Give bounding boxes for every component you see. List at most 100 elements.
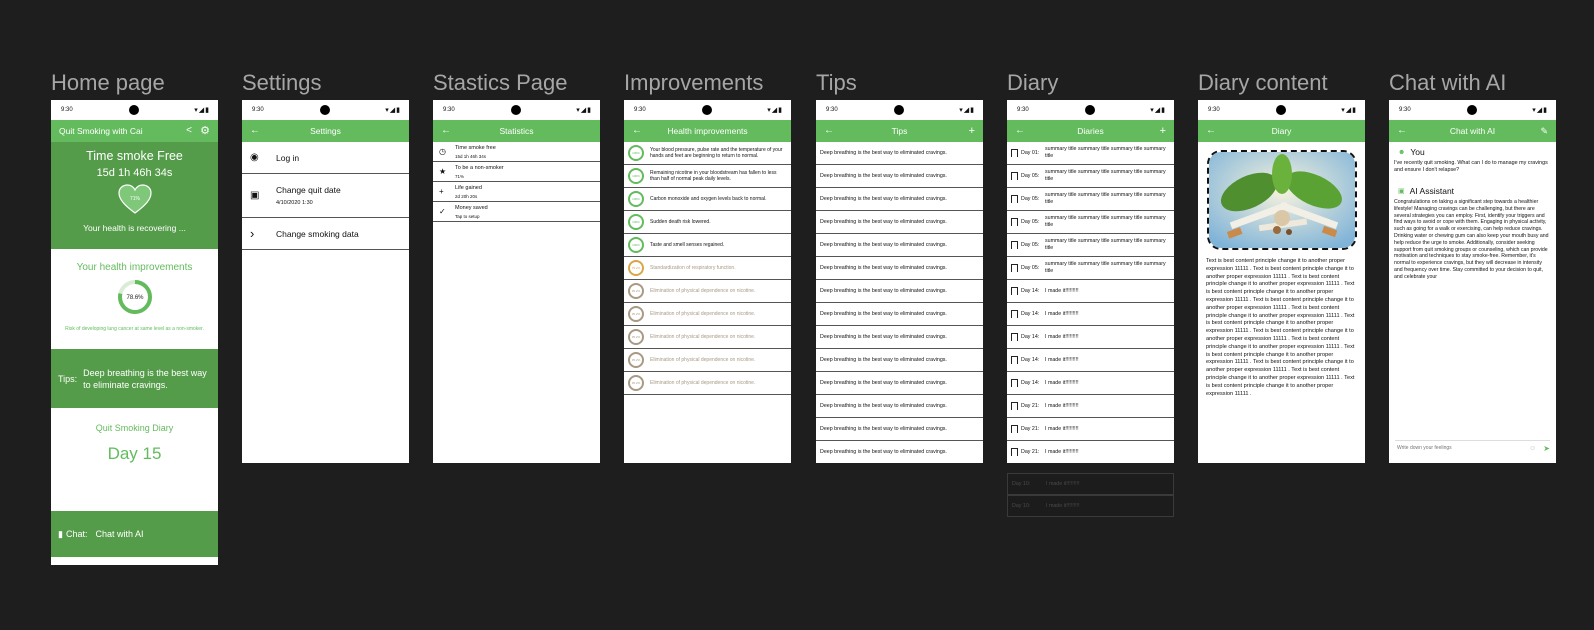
- statistics-item-label: Life gained: [455, 184, 482, 191]
- diary-item-summary: I made it!!!!!!!!!: [1045, 379, 1079, 386]
- gear-icon[interactable]: ⚙: [200, 120, 210, 142]
- share-icon[interactable]: <: [186, 120, 192, 142]
- improvement-item[interactable]: 35.2% Elimination of physical dependence …: [624, 280, 791, 303]
- diary-item[interactable]: Day 01: summary title summary title summa…: [1007, 142, 1174, 165]
- improvement-text: Sudden death risk lowered.: [650, 218, 711, 225]
- tip-item[interactable]: Deep breathing is the best way to elimin…: [816, 142, 983, 165]
- settings-item[interactable]: › Change smoking data: [242, 218, 409, 250]
- improvement-item[interactable]: 100% Your blood pressure, pulse rate and …: [624, 142, 791, 165]
- chat-card[interactable]: ▮ Chat: Chat with AI: [51, 511, 218, 557]
- diary-item[interactable]: Day 14: I made it!!!!!!!!!: [1007, 326, 1174, 349]
- statistics-item[interactable]: ◷ Time smoke free 15d 1h 46h 34s: [433, 142, 600, 162]
- statistics-item[interactable]: ✓ Money saved Tap to setup: [433, 202, 600, 222]
- diary-item[interactable]: Day 05: summary title summary title summa…: [1007, 211, 1174, 234]
- back-arrow-icon[interactable]: ←: [1015, 120, 1025, 142]
- back-arrow-icon[interactable]: ←: [250, 120, 260, 142]
- status-bar: 9:30 ▾◢▮: [816, 100, 983, 120]
- diary-item[interactable]: Day 05: summary title summary title summa…: [1007, 188, 1174, 211]
- tip-item[interactable]: Deep breathing is the best way to elimin…: [816, 280, 983, 303]
- improvement-item[interactable]: 100% Carbon monoxide and oxygen levels ba…: [624, 188, 791, 211]
- bookmark-icon: [1011, 448, 1018, 456]
- settings-item[interactable]: ◉ Log in: [242, 142, 409, 174]
- back-arrow-icon[interactable]: ←: [824, 120, 834, 142]
- diary-item[interactable]: Day 21: I made it!!!!!!!!!: [1007, 441, 1174, 463]
- status-bar: 9:30 ▾◢▮: [1007, 100, 1174, 120]
- diary-item[interactable]: Day 05: summary title summary title summa…: [1007, 165, 1174, 188]
- statistics-item[interactable]: + Life gained 2d 20h 20s: [433, 182, 600, 202]
- camera-cutout: [702, 105, 712, 115]
- health-improvements-card[interactable]: Your health improvements 78.6% Risk of d…: [51, 249, 218, 349]
- diary-item[interactable]: Day 05: summary title summary title summa…: [1007, 234, 1174, 257]
- diary-list: Day 01: summary title summary title summa…: [1007, 142, 1174, 463]
- smoke-free-card[interactable]: Time smoke Free 15d 1h 46h 34s 71% Your …: [51, 142, 218, 249]
- signal-battery-icon: ▾◢▮: [1341, 107, 1357, 114]
- signal-battery-icon: ▾◢▮: [767, 107, 783, 114]
- improvement-item[interactable]: 75.2% Standardization of respiratory func…: [624, 257, 791, 280]
- back-arrow-icon[interactable]: ←: [632, 120, 642, 142]
- ai-message-header: ▣ AI Assistant: [1398, 186, 1551, 196]
- diary-item[interactable]: Day 21: I made it!!!!!!!!!: [1007, 395, 1174, 418]
- progress-ring-icon: 35.2%: [628, 375, 644, 391]
- tip-item[interactable]: Deep breathing is the best way to elimin…: [816, 349, 983, 372]
- add-diary-icon[interactable]: +: [1160, 120, 1166, 142]
- improvement-text: Elimination of physical dependence on ni…: [650, 333, 756, 340]
- tip-text: Deep breathing is the best way to elimin…: [820, 219, 947, 225]
- improvement-item[interactable]: 35.2% Elimination of physical dependence …: [624, 303, 791, 326]
- chat-link[interactable]: Chat with AI: [95, 529, 143, 539]
- diary-item[interactable]: Day 14: I made it!!!!!!!!!: [1007, 303, 1174, 326]
- tip-item[interactable]: Deep breathing is the best way to elimin…: [816, 418, 983, 441]
- diary-day-label: Day 10:: [1012, 503, 1031, 509]
- improvement-percent: 100%: [632, 220, 640, 224]
- diary-item[interactable]: Day 21: I made it!!!!!!!!!: [1007, 418, 1174, 441]
- add-tip-icon[interactable]: +: [969, 120, 975, 142]
- back-arrow-icon[interactable]: ←: [1397, 120, 1407, 142]
- progress-ring-icon: 35.2%: [628, 283, 644, 299]
- tip-text: Deep breathing is the best way to elimin…: [820, 334, 947, 340]
- diary-item[interactable]: Day 14: I made it!!!!!!!!!: [1007, 280, 1174, 303]
- statistics-item[interactable]: ★ To be a non-smoker 71%: [433, 162, 600, 182]
- tip-item[interactable]: Deep breathing is the best way to elimin…: [816, 211, 983, 234]
- tip-item[interactable]: Deep breathing is the best way to elimin…: [816, 234, 983, 257]
- diary-card[interactable]: Quit Smoking Diary Day 15: [51, 408, 218, 511]
- camera-cutout: [511, 105, 521, 115]
- diary-item[interactable]: Day 14: I made it!!!!!!!!!: [1007, 372, 1174, 395]
- tip-item[interactable]: Deep breathing is the best way to elimin…: [816, 165, 983, 188]
- status-bar: 9:30 ▾◢▮: [624, 100, 791, 120]
- improvement-item[interactable]: 100% Taste and smell senses regained.: [624, 234, 791, 257]
- improvement-item[interactable]: 35.2% Elimination of physical dependence …: [624, 326, 791, 349]
- settings-item[interactable]: ▣ Change quit date 4/10/2020 1:30: [242, 174, 409, 218]
- tip-item[interactable]: Deep breathing is the best way to elimin…: [816, 188, 983, 211]
- diary-card-title: Quit Smoking Diary: [95, 423, 174, 433]
- back-arrow-icon[interactable]: ←: [1206, 120, 1216, 142]
- smoke-free-label: Time smoke Free: [86, 149, 183, 163]
- recovering-text: Your health is recovering ...: [83, 223, 186, 233]
- tip-item[interactable]: Deep breathing is the best way to elimin…: [816, 326, 983, 349]
- progress-ring-icon: 35.2%: [628, 329, 644, 345]
- tip-item[interactable]: Deep breathing is the best way to elimin…: [816, 441, 983, 463]
- send-icon[interactable]: ➤: [1543, 444, 1550, 453]
- tip-text: Deep breathing is the best way to elimin…: [820, 173, 947, 179]
- tips-app-bar: ← Tips +: [816, 120, 983, 142]
- tip-item[interactable]: Deep breathing is the best way to elimin…: [816, 303, 983, 326]
- chat-input[interactable]: [1395, 444, 1530, 452]
- robot-icon: ▣: [1398, 188, 1405, 195]
- emoji-icon[interactable]: ☺: [1529, 445, 1536, 452]
- diary-item[interactable]: Day 05: summary title summary title summa…: [1007, 257, 1174, 280]
- improvement-item[interactable]: 35.2% Elimination of physical dependence …: [624, 349, 791, 372]
- improvement-item[interactable]: 100% Sudden death risk lowered.: [624, 211, 791, 234]
- bookmark-icon: [1011, 310, 1018, 318]
- improvement-item[interactable]: 100% Remaining nicotine in your bloodstre…: [624, 165, 791, 188]
- tip-item[interactable]: Deep breathing is the best way to elimin…: [816, 257, 983, 280]
- back-arrow-icon[interactable]: ←: [441, 120, 451, 142]
- app-title: Quit Smoking with Cai: [59, 126, 143, 136]
- edit-pencil-icon[interactable]: ✎: [1540, 120, 1548, 142]
- improvement-item[interactable]: 35.2% Elimination of physical dependence …: [624, 372, 791, 395]
- tip-item[interactable]: Deep breathing is the best way to elimin…: [816, 372, 983, 395]
- frame-title-diary-content: Diary content: [1198, 70, 1328, 95]
- diary-item[interactable]: Day 14: I made it!!!!!!!!!: [1007, 349, 1174, 372]
- status-time: 9:30: [443, 107, 455, 113]
- tip-text: Deep breathing is the best way to elimin…: [820, 311, 947, 317]
- tips-card[interactable]: Tips: Deep breathing is the best way to …: [51, 349, 218, 408]
- tip-item[interactable]: Deep breathing is the best way to elimin…: [816, 395, 983, 418]
- diary-item-summary: I made it!!!!!!!!!: [1045, 402, 1079, 409]
